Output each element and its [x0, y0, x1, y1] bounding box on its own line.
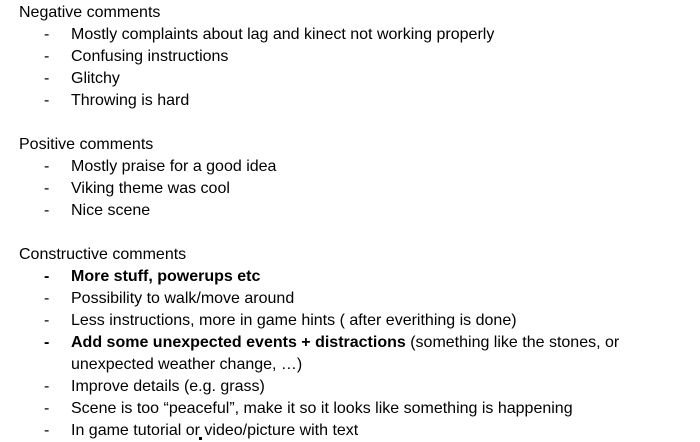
list-item-text: Viking theme was cool: [71, 180, 230, 197]
bullet-dash: -: [44, 378, 50, 395]
section-heading-negative: Negative comments: [19, 4, 161, 21]
negative-comments-list: - Mostly complaints about lag and kinect …: [19, 24, 689, 112]
positive-comments-list: - Mostly praise for a good idea - Viking t…: [19, 156, 689, 222]
list-item: - Nice scene: [19, 200, 671, 222]
list-item: - Improve details (e.g. grass): [19, 376, 671, 398]
bullet-dash: -: [44, 422, 50, 439]
list-item: - Possibility to walk/move around: [19, 288, 671, 310]
list-item: - Glitchy: [19, 68, 671, 90]
section-heading-positive: Positive comments: [19, 136, 154, 153]
list-item-text: Throwing is hard: [71, 92, 190, 109]
list-item: - Mostly complaints about lag and kinect …: [19, 24, 671, 46]
list-item: - Less instructions, more in game hints (…: [19, 310, 671, 332]
list-item: - Scene is too “peaceful”, make it so it …: [19, 398, 671, 420]
bullet-dash: -: [44, 290, 50, 307]
bullet-dash: -: [44, 180, 50, 197]
list-item-text: Improve details (e.g. grass): [71, 378, 265, 395]
bullet-dash: -: [44, 268, 50, 285]
bullet-dash: -: [44, 202, 50, 219]
list-item-text: Scene is too “peaceful”, make it so it l…: [71, 400, 573, 417]
list-item: - Viking theme was cool: [19, 178, 671, 200]
list-item-bold-text: More stuff, powerups etc: [71, 268, 261, 285]
section-heading-constructive: Constructive comments: [19, 246, 187, 263]
bullet-dash: -: [44, 312, 50, 329]
list-item-text: Less instructions, more in game hints ( …: [71, 312, 517, 329]
list-item-text: Glitchy: [71, 70, 120, 87]
list-item: - Mostly praise for a good idea: [19, 156, 671, 178]
list-item: - Confusing instructions: [19, 46, 671, 68]
bullet-dash: -: [44, 92, 50, 109]
list-item: - In game tutorial or video/picture with …: [19, 420, 671, 442]
list-item-text: Mostly complaints about lag and kinect n…: [71, 26, 495, 43]
list-item: - Throwing is hard: [19, 90, 671, 112]
bullet-dash: -: [44, 158, 50, 175]
list-item-text: Nice scene: [71, 202, 151, 219]
list-item-text: In game tutorial or video/picture with t…: [71, 422, 359, 439]
list-item: - More stuff, powerups etc: [19, 266, 671, 288]
list-item: - Add some unexpected events + distractio…: [19, 332, 671, 376]
bullet-dash: -: [44, 48, 50, 65]
bullet-dash: -: [44, 70, 50, 87]
list-item-text: Confusing instructions: [71, 48, 229, 65]
list-item-text: Possibility to walk/move around: [71, 290, 295, 307]
document-body: Negative comments - Mostly complaints abo…: [19, 2, 689, 442]
list-item-text: Mostly praise for a good idea: [71, 158, 277, 175]
bullet-dash: -: [44, 26, 50, 43]
bullet-dash: -: [44, 334, 50, 351]
bullet-dash: -: [44, 400, 50, 417]
constructive-comments-list: - More stuff, powerups etc - Possibility t…: [19, 266, 689, 442]
list-item-bold-text: Add some unexpected events + distraction…: [71, 334, 406, 351]
